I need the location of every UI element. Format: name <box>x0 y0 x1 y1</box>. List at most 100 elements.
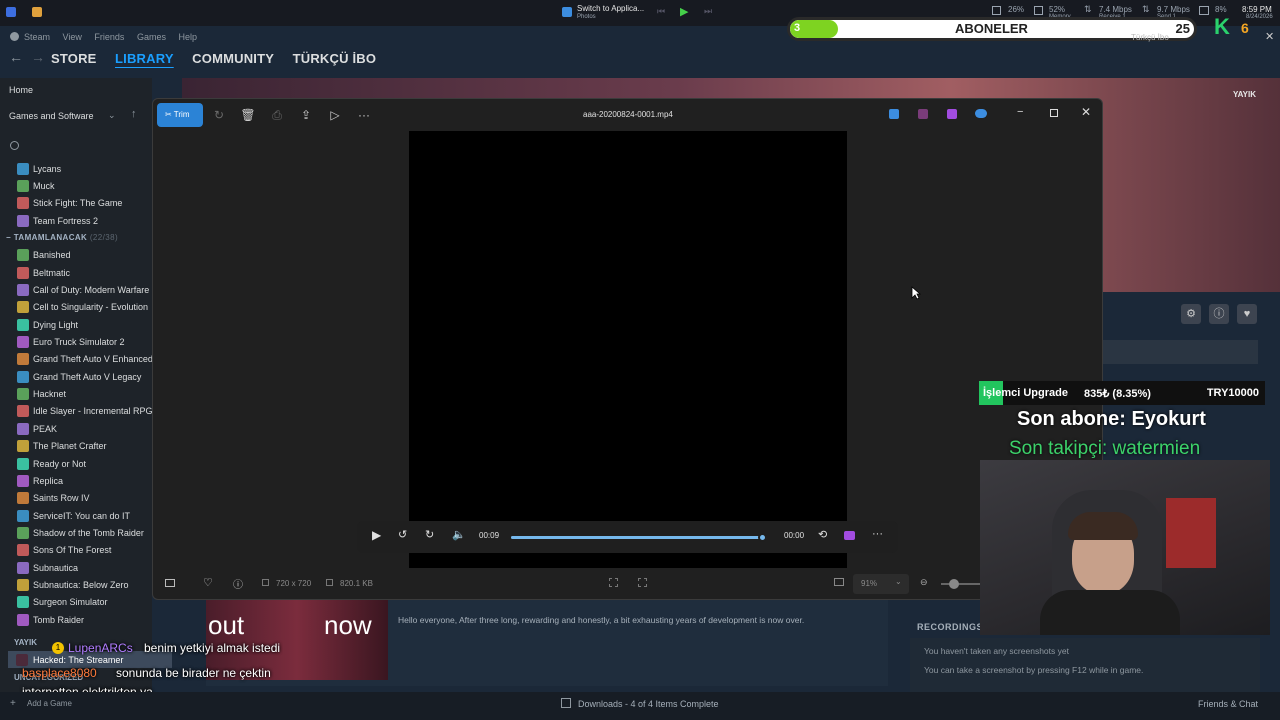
nav-profile[interactable]: TÜRKÇÜ İBO <box>293 51 377 66</box>
settings-gear-icon[interactable]: ⚙ <box>1181 304 1201 324</box>
volume-icon[interactable]: 🔈 <box>452 528 466 541</box>
game-item-hacknet[interactable]: Hacknet <box>0 385 152 402</box>
fit-icon[interactable] <box>609 578 618 587</box>
minimize-icon[interactable]: − <box>1017 106 1023 118</box>
game-item-peak[interactable]: PEAK <box>0 420 152 437</box>
forward-arrow-icon[interactable]: → <box>31 49 45 65</box>
app-icon-2[interactable] <box>32 7 42 17</box>
add-game-label[interactable]: Add a Game <box>27 699 72 708</box>
share-icon[interactable]: ⇪ <box>295 105 317 125</box>
edit-icon[interactable] <box>889 109 899 119</box>
media-prev-icon[interactable]: ⏮ <box>657 6 665 17</box>
video-editor-icon[interactable] <box>947 109 957 119</box>
game-item-saints-row-iv[interactable]: Saints Row IV <box>0 490 152 507</box>
video-canvas[interactable] <box>409 131 847 568</box>
photos-app-icon[interactable] <box>562 7 572 17</box>
game-icon <box>17 162 29 175</box>
sidebar-search[interactable] <box>0 134 152 160</box>
seek-bar[interactable] <box>511 533 767 542</box>
game-item-subnautica[interactable]: Subnautica <box>0 559 152 576</box>
back-arrow-icon[interactable]: ← <box>9 49 23 65</box>
clock-time[interactable]: 8:59 PM <box>1242 5 1272 14</box>
game-item-subnautica-below-zero[interactable]: Subnautica: Below Zero <box>0 576 152 593</box>
friends-chat-label[interactable]: Friends & Chat <box>1198 699 1258 709</box>
game-item-sons-of-the-forest[interactable]: Sons Of The Forest <box>0 542 152 559</box>
rewind-icon[interactable]: ↺ <box>398 528 407 541</box>
clock-date[interactable]: 8/24/2026 <box>1246 14 1273 20</box>
game-item-call-of-duty-modern-warfare[interactable]: Call of Duty: Modern Warfare <box>0 281 152 298</box>
game-label: Muck <box>33 181 55 192</box>
game-item-replica[interactable]: Replica <box>0 472 152 489</box>
file-info-icon[interactable]: ⓘ <box>233 576 243 591</box>
zoom-slider-thumb[interactable] <box>949 579 959 589</box>
downloads-icon[interactable] <box>561 698 571 708</box>
zoom-select[interactable]: 91% ⌄ <box>853 574 909 594</box>
nav-store[interactable]: STORE <box>51 51 97 66</box>
game-item-grand-theft-auto-v-legacy[interactable]: Grand Theft Auto V Legacy <box>0 368 152 385</box>
game-item-tomb-raider[interactable]: Tomb Raider <box>0 611 152 628</box>
favorite-icon[interactable]: ♡ <box>203 576 213 589</box>
game-item-beltmatic[interactable]: Beltmatic <box>0 264 152 281</box>
clipchamp-icon[interactable] <box>918 109 928 119</box>
close-x-icon[interactable]: ✕ <box>1265 30 1274 43</box>
add-game-icon[interactable]: + <box>10 698 16 709</box>
menu-view[interactable]: View <box>63 32 82 42</box>
seek-thumb[interactable] <box>757 533 767 542</box>
game-item-surgeon-simulator[interactable]: Surgeon Simulator <box>0 594 152 611</box>
clipchamp-small-icon[interactable] <box>844 531 855 540</box>
favorite-heart-icon[interactable]: ♥ <box>1237 304 1257 324</box>
rotate-icon[interactable]: ↻ <box>208 105 230 125</box>
fullscreen-icon[interactable] <box>638 578 647 587</box>
close-icon[interactable]: ✕ <box>1081 105 1091 119</box>
sidebar-home[interactable]: Home <box>0 78 152 102</box>
more-options-icon[interactable]: ··· <box>872 528 883 540</box>
menu-help[interactable]: Help <box>178 32 197 42</box>
steam-status-bar: + Add a Game Downloads - 4 of 4 Items Co… <box>0 692 1280 720</box>
slideshow-icon[interactable]: ▷ <box>324 105 346 125</box>
game-item-serviceit-you-can-do-it[interactable]: ServiceIT: You can do IT <box>0 507 152 524</box>
app-icon-1[interactable] <box>6 7 16 17</box>
game-item-shadow-of-the-tomb-raider[interactable]: Shadow of the Tomb Raider <box>0 524 152 541</box>
play-icon[interactable]: ▶ <box>372 528 381 542</box>
actual-size-icon[interactable] <box>834 578 844 586</box>
game-item-grand-theft-auto-v-enhanced[interactable]: Grand Theft Auto V Enhanced <box>0 351 152 368</box>
zoom-slider[interactable] <box>941 579 981 589</box>
maximize-icon[interactable] <box>1050 109 1058 117</box>
game-item-stick-fight-the-game[interactable]: Stick Fight: The Game <box>0 195 152 212</box>
print-icon[interactable]: ⎙ <box>266 105 288 125</box>
game-item-muck[interactable]: Muck <box>0 177 152 194</box>
game-item-cell-to-singularity-evolution[interactable]: Cell to Singularity - Evolution <box>0 299 152 316</box>
game-item-euro-truck-simulator-2[interactable]: Euro Truck Simulator 2 <box>0 333 152 350</box>
menu-friends[interactable]: Friends <box>94 32 124 42</box>
sort-up-icon[interactable]: ↑ <box>131 108 137 120</box>
forward-icon[interactable]: ↻ <box>425 528 434 541</box>
cloud-icon[interactable] <box>975 109 987 118</box>
game-item-the-planet-crafter[interactable]: The Planet Crafter <box>0 438 152 455</box>
loop-icon[interactable]: ⟲ <box>818 528 827 541</box>
game-item-dying-light[interactable]: Dying Light <box>0 316 152 333</box>
media-play-icon[interactable]: ▶ <box>680 5 688 18</box>
switch-app-title[interactable]: Switch to Applica... <box>577 4 644 13</box>
more-icon[interactable]: ··· <box>353 105 375 125</box>
menu-steam[interactable]: Steam <box>24 32 50 42</box>
resolution-icon <box>262 579 269 586</box>
zoom-out-icon[interactable]: ⊖ <box>920 577 928 588</box>
delete-icon[interactable]: 🗑 <box>237 105 259 125</box>
hero-strip <box>1102 340 1258 364</box>
info-icon[interactable]: ⓘ <box>1209 304 1229 324</box>
game-item-lycans[interactable]: Lycans <box>0 160 152 177</box>
nav-community[interactable]: COMMUNITY <box>192 51 274 66</box>
trim-button[interactable]: ✂ Trim <box>157 103 203 127</box>
overlay-logo-number: 6 <box>1241 20 1249 36</box>
game-item-ready-or-not[interactable]: Ready or Not <box>0 455 152 472</box>
category-header[interactable]: − TAMAMLANACAK (22/38) <box>0 229 152 246</box>
filmstrip-icon[interactable] <box>165 579 175 587</box>
media-next-icon[interactable]: ⏭ <box>704 6 712 17</box>
library-filter[interactable]: Games and Software ⌄ ↑ <box>0 102 152 134</box>
game-item-idle-slayer-incremental-rpg[interactable]: Idle Slayer - Incremental RPG <box>0 403 152 420</box>
downloads-status[interactable]: Downloads - 4 of 4 Items Complete <box>578 699 719 709</box>
nav-library[interactable]: LIBRARY <box>115 51 174 66</box>
game-item-team-fortress-2[interactable]: Team Fortress 2 <box>0 212 152 229</box>
game-item-banished[interactable]: Banished <box>0 247 152 264</box>
menu-games[interactable]: Games <box>137 32 166 42</box>
